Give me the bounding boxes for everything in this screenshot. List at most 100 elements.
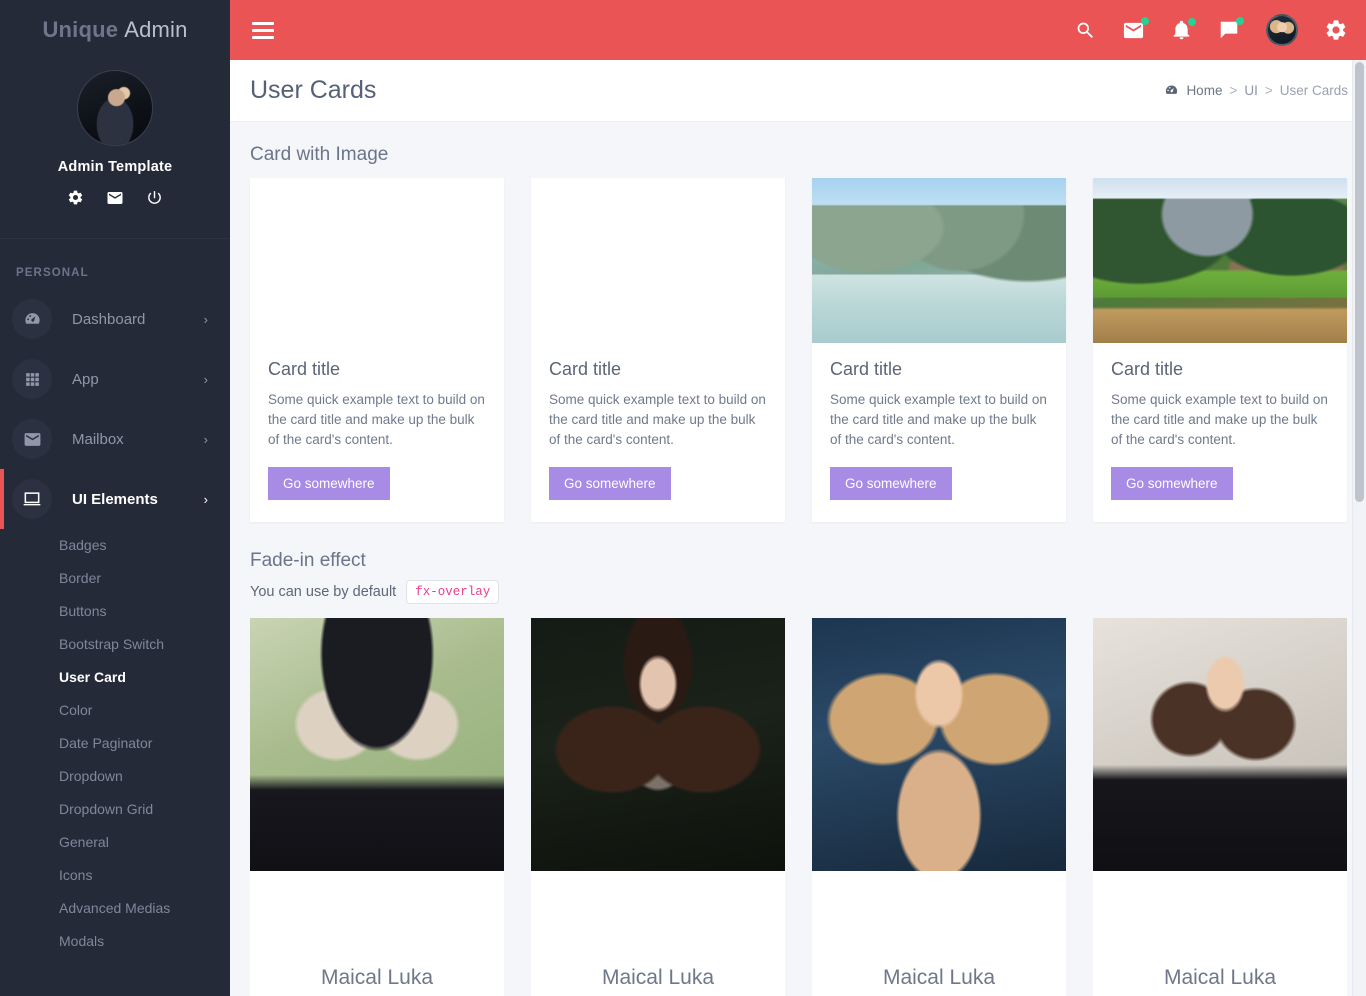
- chat-icon[interactable]: [1218, 17, 1244, 41]
- sidebar-subitem-badges[interactable]: Badges: [0, 529, 230, 562]
- user-card-meta: Maical Luka Managing Director: [250, 958, 504, 996]
- sidebar-subitem-color[interactable]: Color: [0, 694, 230, 727]
- user-card-spacer: [531, 871, 785, 958]
- card-body: Card title Some quick example text to bu…: [812, 343, 1066, 522]
- breadcrumb-item-home[interactable]: Home: [1186, 83, 1222, 98]
- breadcrumb-item-ui[interactable]: UI: [1244, 83, 1258, 98]
- scrollbar-thumb[interactable]: [1355, 62, 1364, 502]
- breadcrumb: Home > UI > User Cards: [1164, 83, 1348, 98]
- content-body: Card with Image Card title Some quick ex…: [230, 122, 1366, 996]
- user-card[interactable]: Maical Luka Managing Director: [1093, 618, 1347, 996]
- user-card[interactable]: Maical Luka Managing Director: [531, 618, 785, 996]
- sidebar-item-label: App: [72, 370, 99, 388]
- user-avatar[interactable]: [1266, 14, 1298, 46]
- go-somewhere-button[interactable]: Go somewhere: [268, 467, 390, 500]
- go-somewhere-button[interactable]: Go somewhere: [1111, 467, 1233, 500]
- card-body: Card title Some quick example text to bu…: [1093, 343, 1347, 522]
- user-card-photo: [250, 618, 504, 871]
- sidebar-item-dashboard[interactable]: Dashboard ›: [0, 289, 230, 349]
- mail-badge-dot: [1141, 16, 1149, 25]
- sidebar-profile: Admin Template: [0, 60, 230, 238]
- sidebar-item-label: Dashboard: [72, 310, 146, 328]
- sidebar-item-ui-elements[interactable]: UI Elements ›: [0, 469, 230, 529]
- sidebar-item-app[interactable]: App ›: [0, 349, 230, 409]
- sidebar-subitem-user-card[interactable]: User Card: [0, 661, 230, 694]
- breadcrumb-separator: >: [1229, 83, 1238, 98]
- fade-in-subtitle-text: You can use by default: [250, 584, 397, 600]
- sidebar-subitem-bootstrap-switch[interactable]: Bootstrap Switch: [0, 628, 230, 661]
- profile-actions: [0, 189, 230, 212]
- gear-icon[interactable]: [1324, 18, 1348, 42]
- card-text: Some quick example text to build on the …: [830, 392, 1047, 447]
- user-card-meta: Maical Luka Managing Director: [1093, 958, 1347, 996]
- grid-icon: [12, 359, 52, 399]
- user-card-spacer: [1093, 871, 1347, 958]
- sidebar-subitem-advanced-medias[interactable]: Advanced Medias: [0, 892, 230, 925]
- sidebar-subitem-icons[interactable]: Icons: [0, 859, 230, 892]
- image-card[interactable]: Card title Some quick example text to bu…: [250, 178, 504, 522]
- user-card[interactable]: Maical Luka Managing Director: [812, 618, 1066, 996]
- dashboard-icon: [1164, 83, 1179, 98]
- sidebar-subitem-dropdown-grid[interactable]: Dropdown Grid: [0, 793, 230, 826]
- brand-light: Admin: [124, 17, 188, 42]
- sidebar-subitem-border[interactable]: Border: [0, 562, 230, 595]
- page-title: User Cards: [250, 76, 377, 104]
- user-card-spacer: [250, 871, 504, 958]
- vertical-scrollbar[interactable]: [1352, 60, 1366, 996]
- chevron-right-icon: ›: [203, 431, 208, 447]
- mail-icon[interactable]: [106, 189, 124, 212]
- hamburger-line: [252, 28, 274, 32]
- search-icon[interactable]: [1075, 20, 1096, 41]
- card-body: Card title Some quick example text to bu…: [250, 343, 504, 522]
- card-title: Card title: [830, 359, 903, 379]
- user-card[interactable]: Maical Luka Managing Director: [250, 618, 504, 996]
- user-card-name: Maical Luka: [320, 966, 434, 989]
- chevron-right-icon: ›: [203, 371, 208, 387]
- user-card-name: Maical Luka: [882, 966, 996, 989]
- avatar[interactable]: [77, 70, 153, 146]
- topbar: [230, 0, 1366, 60]
- chat-badge-dot: [1236, 17, 1244, 25]
- image-card[interactable]: Card title Some quick example text to bu…: [812, 178, 1066, 522]
- hamburger-line: [252, 35, 274, 39]
- chevron-right-icon: ›: [203, 311, 208, 327]
- fade-in-cards-row: Maical Luka Managing Director Maical Luk…: [250, 618, 1348, 996]
- sidebar-subitem-buttons[interactable]: Buttons: [0, 595, 230, 628]
- user-card-spacer: [812, 871, 1066, 958]
- sidebar-subitem-date-paginator[interactable]: Date Paginator: [0, 727, 230, 760]
- profile-name: Admin Template: [57, 159, 173, 175]
- mail-icon[interactable]: [1122, 16, 1149, 42]
- brand-bold: Unique: [42, 17, 119, 42]
- power-icon[interactable]: [146, 189, 163, 212]
- card-image-lake-village: [812, 178, 1066, 343]
- sidebar-item-mailbox[interactable]: Mailbox ›: [0, 409, 230, 469]
- main-content: User Cards Home > UI > User Cards Card w…: [230, 60, 1366, 996]
- dashboard-icon: [12, 299, 52, 339]
- section-title-card-with-image: Card with Image: [250, 144, 389, 165]
- image-card[interactable]: Card title Some quick example text to bu…: [1093, 178, 1347, 522]
- card-body: Card title Some quick example text to bu…: [531, 343, 785, 522]
- sidebar-subitem-general[interactable]: General: [0, 826, 230, 859]
- sidebar-section-label: PERSONAL: [0, 238, 230, 289]
- sidebar-submenu: Badges Border Buttons Bootstrap Switch U…: [0, 529, 230, 968]
- envelope-icon: [12, 419, 52, 459]
- settings-icon[interactable]: [67, 189, 84, 212]
- card-title: Card title: [268, 359, 341, 379]
- user-card-photo: [812, 618, 1066, 871]
- sidebar-subitem-dropdown[interactable]: Dropdown: [0, 760, 230, 793]
- page-header: User Cards Home > UI > User Cards: [230, 60, 1366, 122]
- user-card-name: Maical Luka: [1163, 966, 1277, 989]
- sidebar-item-label: UI Elements: [72, 490, 158, 508]
- go-somewhere-button[interactable]: Go somewhere: [830, 467, 952, 500]
- hamburger-icon[interactable]: [252, 18, 274, 43]
- code-badge-fx-overlay: fx-overlay: [406, 580, 500, 604]
- sidebar-subitem-modals[interactable]: Modals: [0, 925, 230, 958]
- breadcrumb-item-current: User Cards: [1279, 83, 1348, 98]
- laptop-icon: [12, 479, 52, 519]
- user-card-meta: Maical Luka Managing Director: [531, 958, 785, 996]
- go-somewhere-button[interactable]: Go somewhere: [549, 467, 671, 500]
- topbar-actions: [1075, 14, 1348, 46]
- bell-icon[interactable]: [1171, 17, 1196, 41]
- brand-logo[interactable]: Unique Admin: [0, 0, 230, 60]
- image-card[interactable]: Card title Some quick example text to bu…: [531, 178, 785, 522]
